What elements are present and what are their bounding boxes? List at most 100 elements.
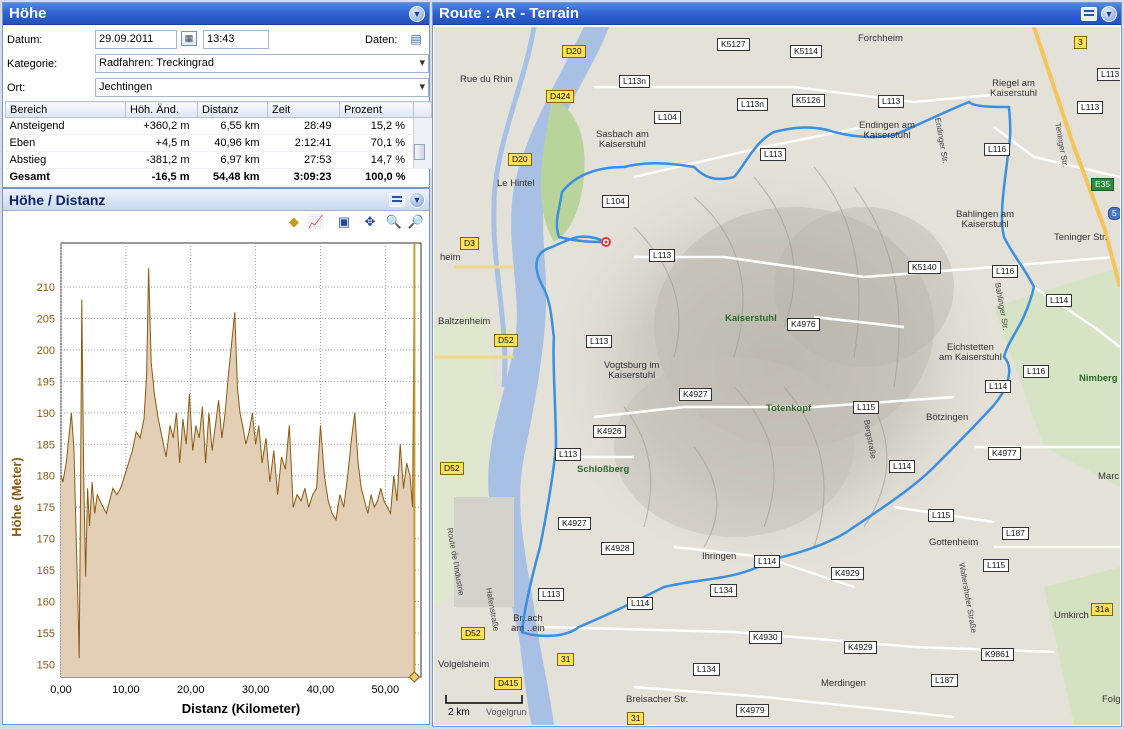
cell: Abstieg — [5, 151, 126, 169]
map-copyright-label: Vogelgrun — [486, 707, 527, 717]
road-label: K4929 — [844, 641, 877, 654]
y-tick-label: 210 — [37, 282, 55, 294]
col-header[interactable]: Zeit — [267, 101, 340, 118]
town-label: Schloßberg — [577, 464, 630, 475]
cell: 40,96 km — [197, 134, 268, 152]
road-label: 31 — [627, 712, 645, 725]
y-tick-label: 160 — [37, 597, 55, 609]
ort-label: Ort: — [7, 82, 26, 94]
road-label: L134 — [710, 584, 737, 597]
road-label: L113 — [878, 95, 905, 108]
cell: 3:09:23 — [267, 168, 340, 186]
collapse-icon[interactable]: ▼ — [409, 192, 425, 208]
road-label: L115 — [928, 509, 955, 522]
data-device-icon[interactable]: ▤ — [407, 31, 425, 47]
road-label: L104 — [654, 111, 681, 124]
time-field[interactable]: 13:43 — [203, 30, 269, 49]
elevation-chart[interactable]: 150 155 160 165 170 175 180 185 190 195 200 205 210 0… — [3, 235, 429, 725]
cell: Eben — [5, 134, 126, 152]
scrollbar-thumb[interactable] — [414, 144, 425, 160]
town-label: Le Hintel — [497, 178, 535, 189]
cell: -381,2 m — [125, 151, 198, 169]
town-label: Breisacher Str. — [626, 694, 689, 705]
zoom-in-icon[interactable]: 🔎 — [407, 213, 425, 231]
road-label: K9861 — [981, 648, 1014, 661]
col-header[interactable]: Höh. Änd. — [125, 101, 198, 118]
map-panel-title: Route : AR - Terrain — [439, 5, 580, 22]
town-label: Rue du Rhin — [460, 74, 513, 85]
collapse-icon[interactable]: ▼ — [1101, 6, 1117, 22]
table-scrollbar[interactable] — [413, 117, 432, 169]
cell: 6,97 km — [197, 151, 268, 169]
road-label: L114 — [754, 555, 781, 568]
town-label: Totenkopf — [766, 403, 812, 414]
collapse-icon[interactable]: ▼ — [409, 6, 425, 22]
town-label: heim — [440, 252, 461, 263]
road-label: 31 — [557, 653, 575, 666]
road-label: K4928 — [601, 542, 634, 555]
road-label: L113 — [586, 335, 613, 348]
cell: 70,1 % — [339, 134, 414, 152]
date-field[interactable]: 29.09.2011 — [95, 30, 177, 49]
road-label: L104 — [602, 195, 629, 208]
layout-icon[interactable] — [1081, 7, 1097, 21]
road-label: L113n — [737, 98, 769, 111]
town-label: Teninger Str. — [1054, 232, 1108, 243]
zoom-out-icon[interactable]: 🔍 — [385, 213, 403, 231]
road-label: L113 — [760, 148, 787, 161]
table-row[interactable]: Abstieg -381,2 m 6,97 km 27:53 14,7 % — [5, 151, 432, 169]
town-label: Volgelsheim — [438, 659, 490, 670]
cell: 100,0 % — [339, 168, 414, 186]
ort-value: Jechtingen — [99, 81, 153, 93]
map-panel-header: Route : AR - Terrain ▼ — [433, 3, 1121, 25]
save-icon[interactable]: ▣ — [335, 213, 353, 231]
marker-diamond-icon[interactable]: ◆ — [285, 213, 303, 231]
town-label: Folgh — [1102, 694, 1120, 705]
town-label: Nimberg — [1079, 373, 1118, 384]
road-label: E35 — [1091, 178, 1115, 191]
road-label: K5127 — [717, 38, 750, 51]
road-label: L113n — [619, 75, 651, 88]
road-label: D3 — [460, 237, 479, 250]
cell: 15,2 % — [339, 117, 414, 135]
col-header[interactable]: Prozent — [339, 101, 414, 118]
road-label: D415 — [494, 677, 523, 690]
road-label: D20 — [508, 153, 532, 166]
ort-select[interactable]: Jechtingen — [95, 78, 429, 97]
road-label: K4976 — [787, 318, 820, 331]
chart-panel-title: Höhe / Distanz — [9, 192, 106, 208]
fit-view-icon[interactable]: ✥ — [361, 213, 379, 231]
y-tick-label: 180 — [37, 471, 55, 483]
layout-icon[interactable] — [389, 193, 405, 207]
y-tick-label: 205 — [37, 313, 55, 325]
x-tick-label: 40,00 — [307, 684, 335, 696]
road-label: D20 — [562, 45, 586, 58]
y-tick-label: 190 — [37, 408, 55, 420]
kategorie-select[interactable]: Radfahren: Treckingrad — [95, 54, 429, 73]
table-row[interactable]: Eben +4,5 m 40,96 km 2:12:41 70,1 % — [5, 134, 432, 152]
y-tick-label: 185 — [37, 439, 55, 451]
map-scale-label: 2 km — [448, 707, 470, 718]
y-axis-label: Höhe (Meter) — [9, 457, 24, 536]
road-label: D52 — [494, 334, 518, 347]
town-label: Bötzingen — [926, 412, 969, 423]
y-tick-label: 155 — [37, 628, 55, 640]
town-label: Sasbach am Kaiserstuhl — [596, 129, 649, 150]
road-label: L116 — [1023, 365, 1050, 378]
chart-type-icon[interactable]: 📈 — [307, 213, 325, 231]
y-tick-label: 170 — [37, 534, 55, 546]
col-header[interactable]: Distanz — [197, 101, 268, 118]
table-row-total[interactable]: Gesamt -16,5 m 54,48 km 3:09:23 100,0 % — [5, 168, 432, 186]
hoehe-panel-header: Höhe ▼ — [3, 3, 429, 25]
road-label: K4930 — [749, 631, 782, 644]
road-label: K4927 — [679, 388, 712, 401]
table-row[interactable]: Ansteigend +360,2 m 6,55 km 28:49 15,2 % — [5, 117, 432, 169]
terrain-map[interactable]: K5127 K5114 3 D20 L113n L113n K5126 L113 L113 D42… — [434, 27, 1120, 725]
table-header-row: Bereich Höh. Änd. Distanz Zeit Prozent — [5, 101, 432, 118]
col-header[interactable]: Bereich — [5, 101, 126, 118]
cell: +4,5 m — [125, 134, 198, 152]
y-tick-label: 200 — [37, 345, 55, 357]
road-label: L113 — [649, 249, 676, 262]
calendar-icon[interactable]: ▦ — [181, 31, 197, 46]
road-label: D52 — [461, 627, 485, 640]
